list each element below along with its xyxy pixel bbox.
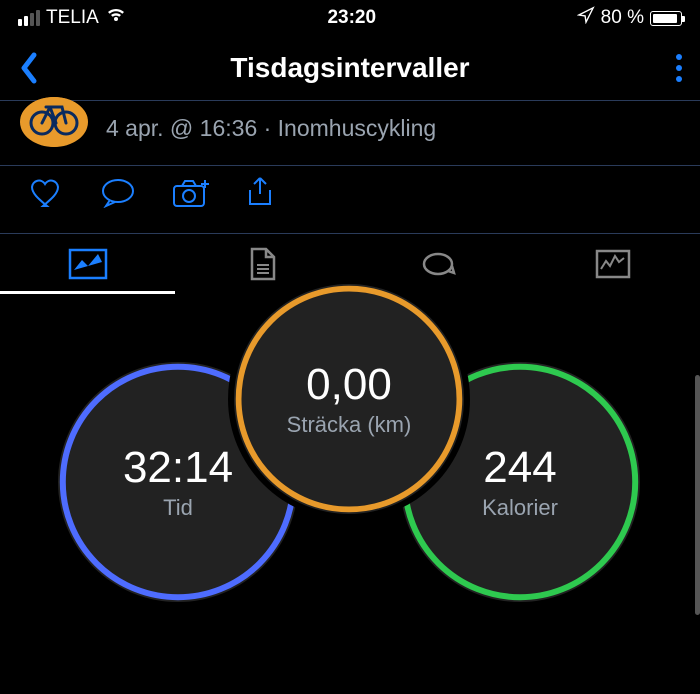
document-icon — [248, 247, 278, 281]
action-bar — [0, 166, 700, 233]
like-button[interactable] — [30, 178, 64, 213]
chart-icon — [595, 249, 631, 279]
signal-icon — [18, 10, 40, 26]
menu-button[interactable] — [642, 54, 682, 82]
scrollbar[interactable] — [695, 375, 700, 615]
wifi-icon — [105, 7, 127, 29]
activity-header: 4 apr. @ 16:36 · Inomhuscykling — [0, 101, 700, 165]
battery-pct: 80 % — [601, 7, 644, 29]
gauge-panel: 32:14 Tid 244 Kalorier 0,00 Sträcka (km) — [0, 294, 700, 694]
status-left: TELIA — [18, 7, 127, 29]
kebab-icon — [676, 54, 682, 82]
carrier-label: TELIA — [46, 7, 99, 29]
tab-overview[interactable] — [0, 234, 175, 294]
page-title: Tisdagsintervaller — [58, 52, 642, 84]
activity-subtitle: 4 apr. @ 16:36 · Inomhuscykling — [106, 115, 436, 142]
share-button[interactable] — [246, 176, 274, 215]
camera-button[interactable] — [172, 178, 210, 213]
clock: 23:20 — [327, 7, 376, 29]
tab-charts[interactable] — [525, 234, 700, 294]
battery-icon — [650, 11, 682, 26]
comment-button[interactable] — [100, 178, 136, 213]
map-icon — [68, 248, 108, 280]
gauge-distance[interactable]: 0,00 Sträcka (km) — [234, 284, 464, 514]
activity-type-avatar — [20, 97, 88, 147]
status-right: 80 % — [577, 6, 682, 30]
location-icon — [577, 6, 595, 30]
nav-bar: Tisdagsintervaller — [0, 36, 700, 100]
status-bar: TELIA 23:20 80 % — [0, 0, 700, 36]
back-button[interactable] — [18, 51, 58, 85]
loop-icon — [418, 251, 458, 277]
